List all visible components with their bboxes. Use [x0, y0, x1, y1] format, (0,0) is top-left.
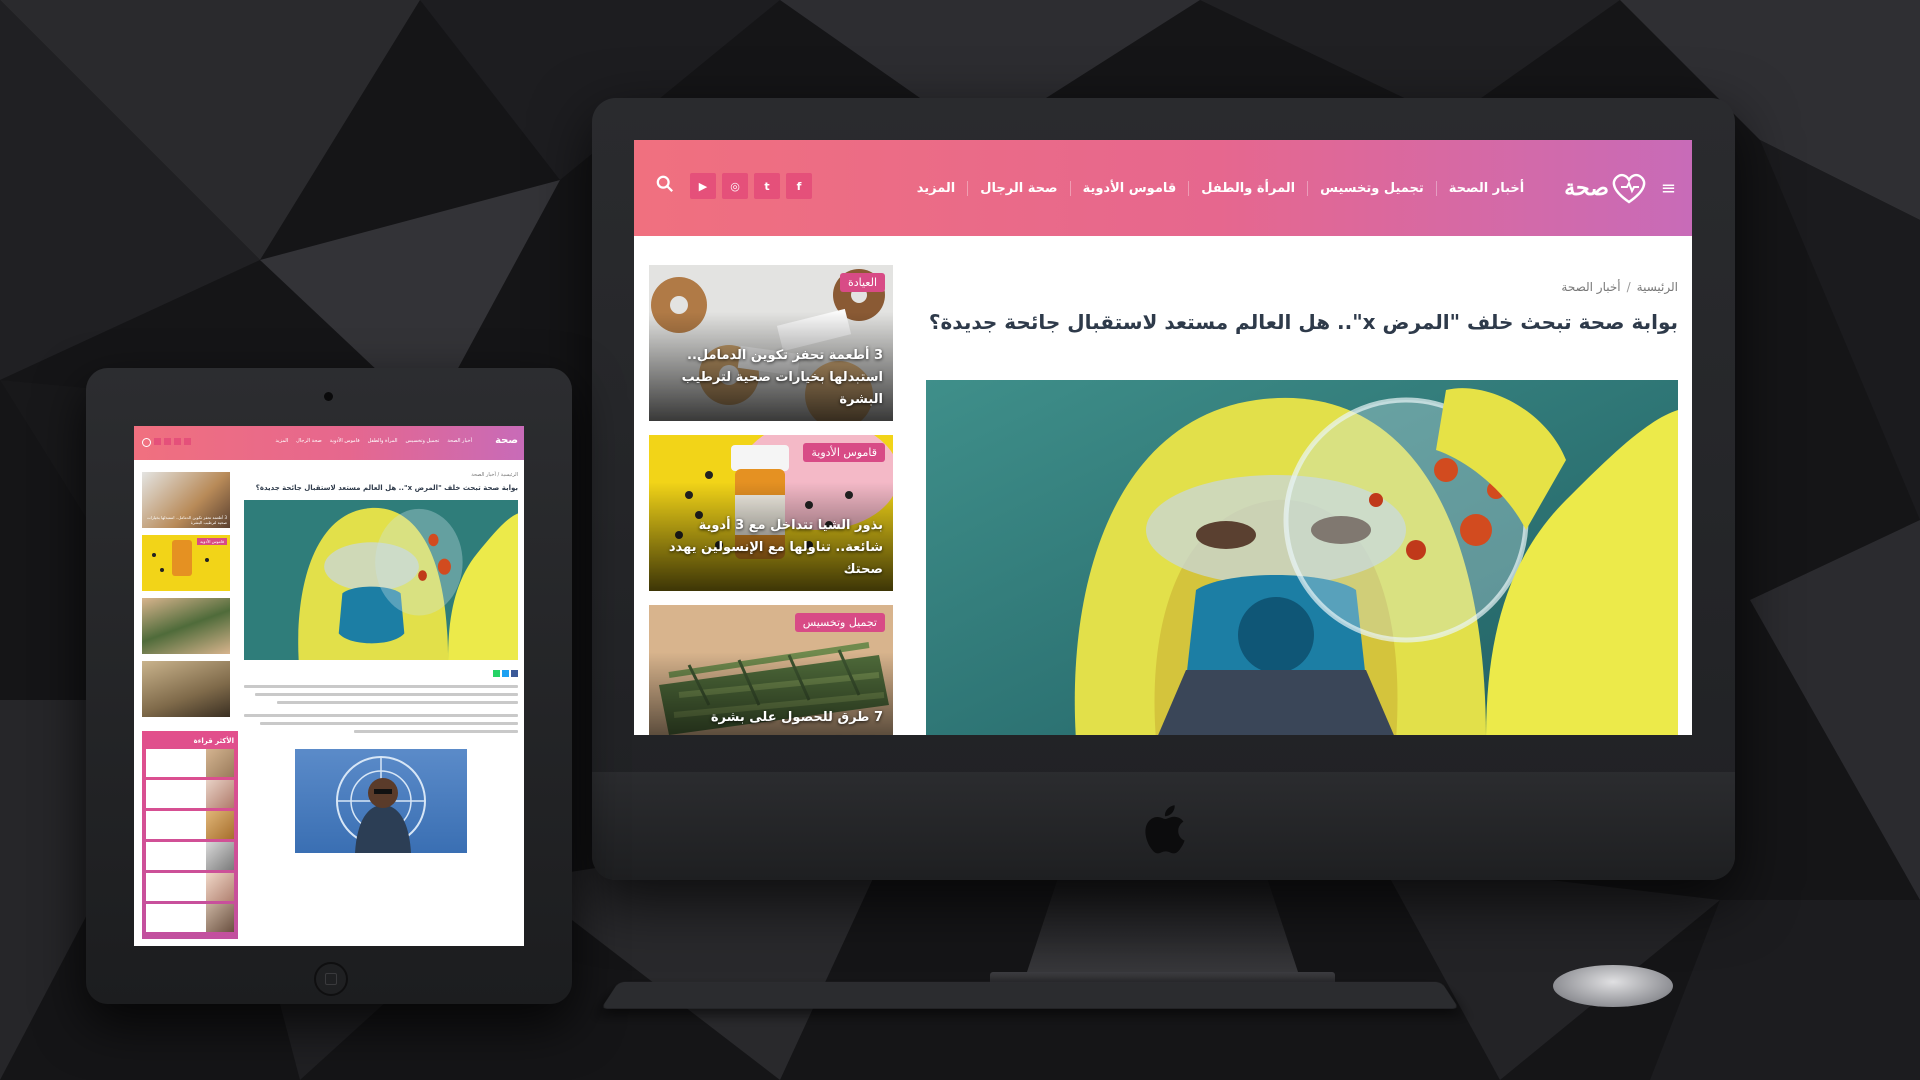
tablet-nav-item[interactable]: صحة الرجال: [296, 438, 322, 444]
keyboard: [601, 981, 1459, 1009]
card-category-badge[interactable]: تجميل وتخسيس: [794, 613, 885, 632]
article-main: الرئيسية / أخبار الصحة بوابة صحة تبحث خلف …: [928, 280, 1678, 334]
nav-drug-dictionary[interactable]: قاموس الأدوية: [1069, 180, 1189, 196]
article-title: بوابة صحة تبحث خلف "المرض x".. هل العالم…: [928, 310, 1678, 334]
tablet-card-badge: قاموس الأدوية: [197, 538, 227, 545]
nav-beauty[interactable]: تجميل وتخسيس: [1307, 180, 1436, 196]
most-read-item[interactable]: [146, 873, 234, 901]
tablet-sidebar-card[interactable]: [142, 598, 230, 654]
tablet-hero-image: [244, 500, 518, 660]
tablet-sidebar: 3 أطعمة تحفز تكوين الدمامل.. استبدلها بخ…: [142, 472, 238, 939]
instagram-icon[interactable]: ◎: [722, 173, 748, 199]
tablet-sidebar-card[interactable]: قاموس الأدوية: [142, 535, 230, 591]
tablet-card-title: 3 أطعمة تحفز تكوين الدمامل.. استبدلها بخ…: [146, 515, 227, 525]
tablet-logo[interactable]: صحة: [495, 435, 518, 446]
most-read-item[interactable]: [146, 842, 234, 870]
sidebar-card[interactable]: قاموس الأدوية بذور الشيا تتداخل مع 3 أدو…: [649, 435, 893, 591]
facebook-icon[interactable]: f: [786, 173, 812, 199]
apple-logo-icon: [1139, 801, 1187, 866]
breadcrumb-current[interactable]: أخبار الصحة: [1561, 280, 1620, 294]
tablet-youtube-icon[interactable]: [154, 438, 161, 445]
most-read-item[interactable]: [146, 811, 234, 839]
article-hero-image: [926, 380, 1678, 735]
mouse: [1553, 965, 1673, 1007]
card-category-badge[interactable]: قاموس الأدوية: [803, 443, 885, 462]
sidebar-card[interactable]: تجميل وتخسيس 7 طرق للحصول على بشرة متوهج…: [649, 605, 893, 735]
tablet-header: صحة أخبار الصحة تجميل وتخسيس المرأة والط…: [134, 426, 524, 460]
twitter-icon[interactable]: t: [754, 173, 780, 199]
site-logo[interactable]: صحة: [1558, 172, 1649, 204]
nav-women-children[interactable]: المرأة والطفل: [1188, 180, 1307, 196]
search-icon[interactable]: [656, 174, 674, 198]
breadcrumb-home[interactable]: الرئيسية: [1637, 280, 1678, 294]
ipad-home-button[interactable]: [314, 962, 348, 996]
breadcrumb: الرئيسية / أخبار الصحة: [928, 280, 1678, 294]
card-title[interactable]: بذور الشيا تتداخل مع 3 أدوية شائعة.. تنا…: [659, 515, 883, 581]
card-category-badge[interactable]: العيادة: [839, 273, 885, 292]
most-read-box: الأكثر قراءة: [142, 731, 238, 939]
tablet-sidebar-card[interactable]: [142, 661, 230, 717]
share-whatsapp-icon[interactable]: [493, 670, 500, 677]
most-read-item[interactable]: [146, 904, 234, 932]
card-title[interactable]: 3 أطعمة تحفز تكوين الدمامل.. استبدلها بخ…: [659, 345, 883, 411]
share-buttons: [493, 670, 518, 677]
tablet-twitter-icon[interactable]: [174, 438, 181, 445]
tablet-nav-item[interactable]: تجميل وتخسيس: [406, 438, 440, 444]
tablet-search-icon[interactable]: [142, 438, 151, 447]
logo-text: صحة: [1564, 175, 1609, 201]
share-twitter-icon[interactable]: [502, 670, 509, 677]
tablet-article: الرئيسية / أخبار الصحة بوابة صحة تبحث خل…: [244, 472, 518, 853]
tablet-nav-item[interactable]: المرأة والطفل: [368, 438, 398, 444]
article-body-placeholder: [244, 685, 518, 733]
tablet-facebook-icon[interactable]: [184, 438, 191, 445]
nav-men-health[interactable]: صحة الرجال: [967, 180, 1069, 196]
tablet-nav-item[interactable]: أخبار الصحة: [447, 438, 472, 444]
share-facebook-icon[interactable]: [511, 670, 518, 677]
tablet-screen: صحة أخبار الصحة تجميل وتخسيس المرأة والط…: [134, 426, 524, 946]
tablet-sidebar-card[interactable]: 3 أطعمة تحفز تكوين الدمامل.. استبدلها بخ…: [142, 472, 230, 528]
tablet-instagram-icon[interactable]: [164, 438, 171, 445]
imac-stand: [1025, 878, 1300, 978]
sidebar-card[interactable]: العيادة 3 أطعمة تحفز تكوين الدمامل.. است…: [649, 265, 893, 421]
tablet-breadcrumb[interactable]: الرئيسية / أخبار الصحة: [244, 472, 518, 478]
nav-health-news[interactable]: أخبار الصحة: [1435, 180, 1536, 196]
breadcrumb-separator: /: [1626, 280, 1631, 294]
desktop-screen: ≡ صحة أخبار الصحة تجميل وتخسيس المرأة وا…: [634, 140, 1692, 735]
tablet-article-title: بوابة صحة تبحث خلف "المرض x".. هل العالم…: [255, 484, 518, 492]
sidebar: العيادة 3 أطعمة تحفز تكوين الدمامل.. است…: [649, 265, 893, 735]
heart-logo-icon: [1612, 173, 1646, 204]
most-read-item[interactable]: [146, 749, 234, 777]
card-title[interactable]: 7 طرق للحصول على بشرة متوهجة: [659, 707, 883, 735]
most-read-item[interactable]: [146, 780, 234, 808]
tablet-nav-item[interactable]: قاموس الأدوية: [330, 438, 360, 444]
youtube-icon[interactable]: ▶: [690, 173, 716, 199]
nav-more[interactable]: المزيد: [905, 181, 968, 196]
tablet-nav-item[interactable]: المزيد: [276, 438, 289, 444]
hamburger-icon[interactable]: ≡: [1661, 178, 1676, 199]
site-header: ≡ صحة أخبار الصحة تجميل وتخسيس المرأة وا…: [634, 140, 1692, 236]
article-inline-image: [295, 749, 467, 853]
most-read-title: الأكثر قراءة: [193, 737, 234, 745]
ipad-camera: [324, 392, 333, 401]
